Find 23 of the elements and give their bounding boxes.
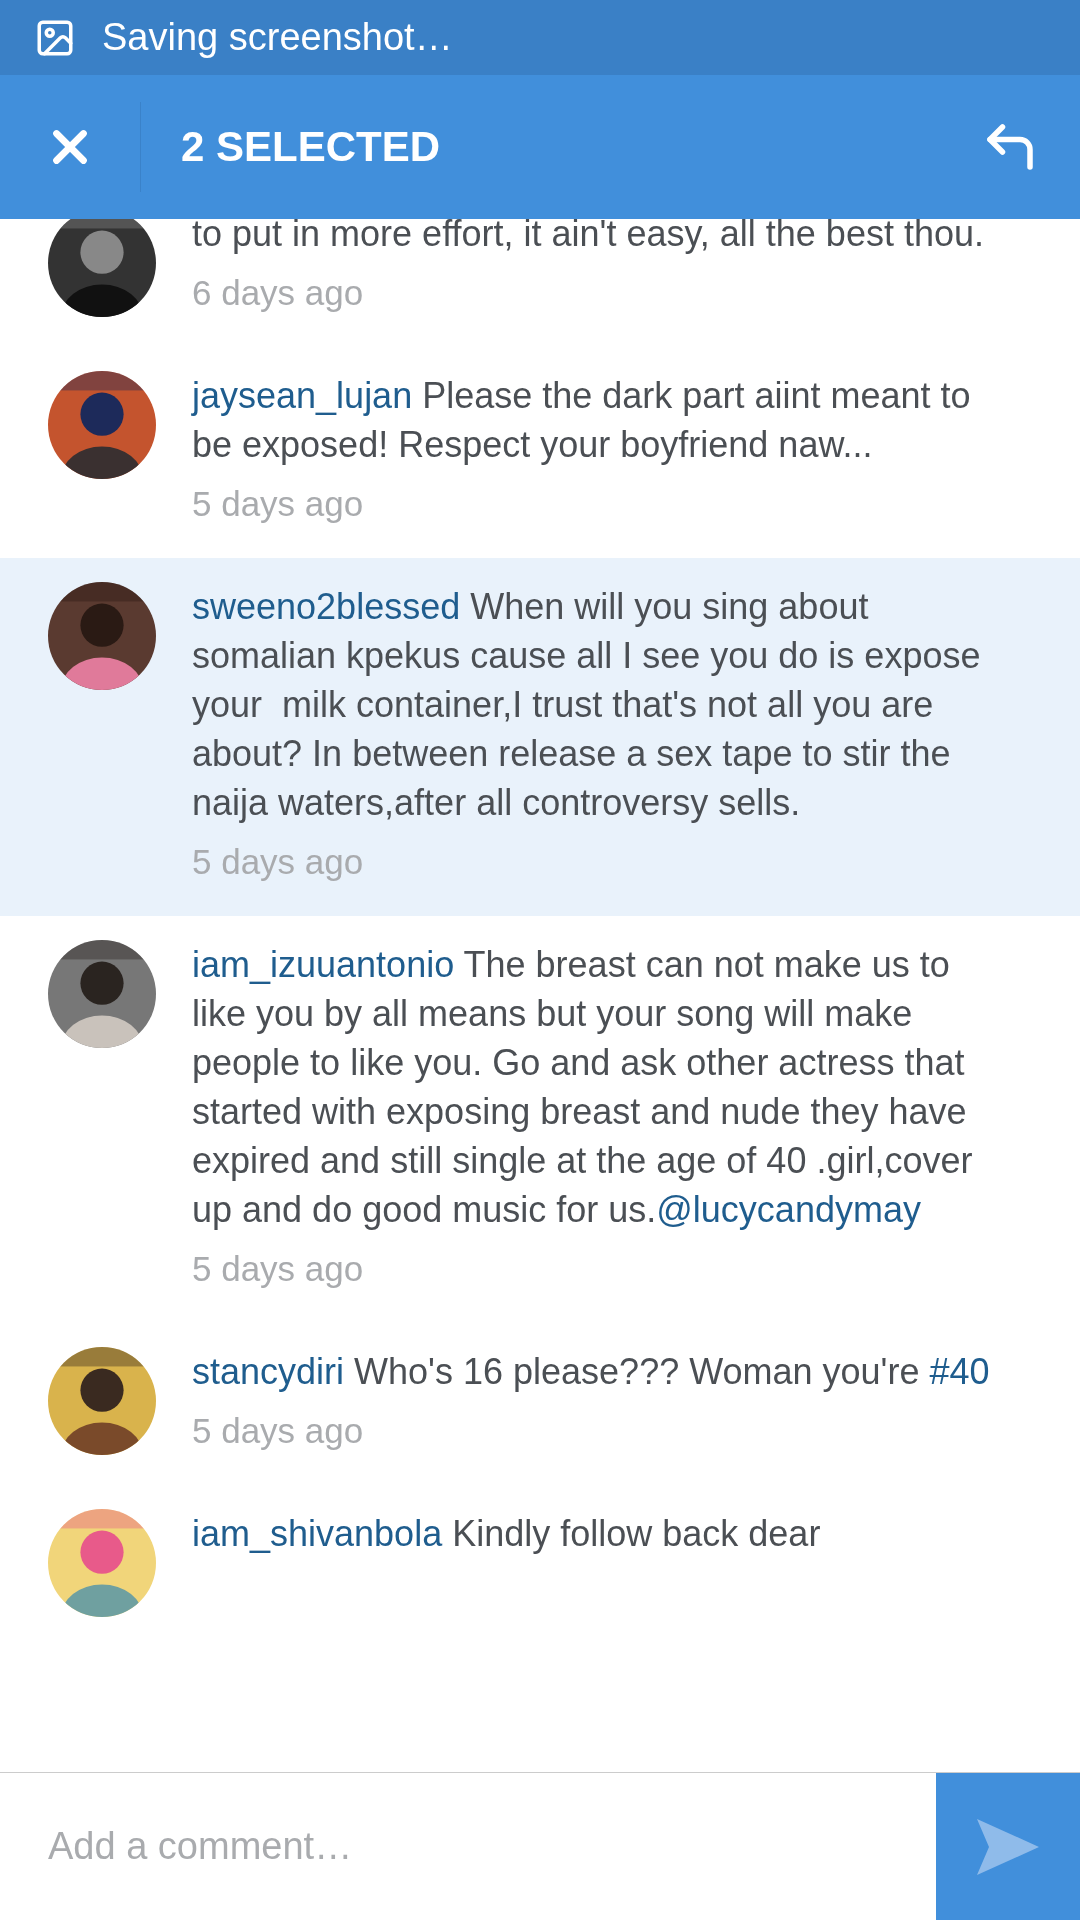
username-link[interactable]: sweeno2blessed (192, 586, 461, 627)
selection-title: 2 SELECTED (181, 123, 442, 171)
username-link[interactable]: stancydiri (192, 1351, 345, 1392)
comment-time: 5 days ago (192, 483, 365, 525)
comment-text: jaysean_lujan Please the dark part aiint meant to be exposed! Respect your boyfriend naw... (192, 374, 972, 467)
comment-text: stancydiri Who's 16 please??? Woman you're #40 (192, 1350, 991, 1394)
comment-time: 5 days ago (192, 841, 365, 883)
username-link[interactable]: jaysean_lujan (192, 375, 413, 416)
link[interactable]: #40 (929, 1351, 990, 1392)
notification-text: Saving screenshot… (102, 16, 453, 59)
comment-time: 5 days ago (192, 1410, 365, 1452)
comment-text: to put in more effort, it ain't easy, all the best thou. (192, 219, 985, 256)
comment-text: iam_izuuantonio The breast can not make us to like you by all means but your song will make people to like you. Go and ask other actress that started with exposing breast and nude they have expired and still single at the age of 40 .girl,cover up and do good music for us.@lucycandymay (192, 943, 974, 1232)
username-link[interactable]: iam_izuuantonio (192, 944, 455, 985)
link[interactable]: @lucycandymay (656, 1189, 921, 1230)
send-button[interactable] (936, 1773, 1080, 1920)
comment-text: iam_shivanbola Kindly follow back dear (192, 1512, 822, 1556)
comment-text: sweeno2blessed When will you sing about somalian kpekus cause all I see you do is expose your milk container,I trust that's not all you are about? In between release a sex tape to stir the naija waters,after all controversy sells. (192, 585, 982, 825)
username-link[interactable]: iam_shivanbola (192, 1513, 443, 1554)
comment-time: 5 days ago (192, 1248, 365, 1290)
comment-row[interactable] (0, 558, 1080, 916)
send-icon (977, 1818, 1039, 1875)
comment-time: 6 days ago (192, 272, 365, 314)
